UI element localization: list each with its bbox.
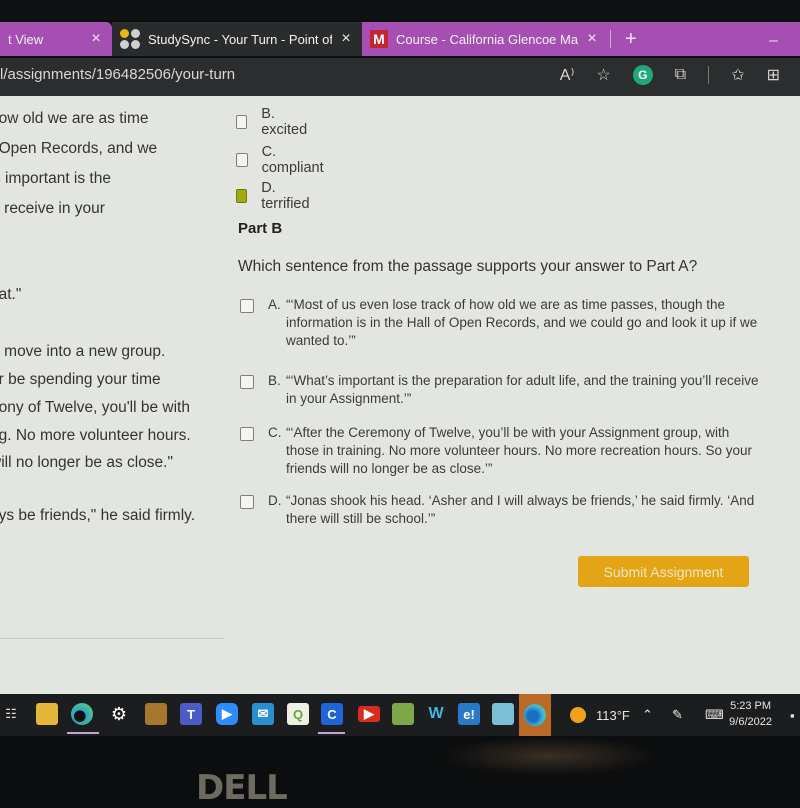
toolbar-divider (708, 66, 710, 84)
submit-assignment-button[interactable]: Submit Assignment (578, 556, 749, 587)
tab-separator (610, 30, 611, 48)
tab-label: t View (8, 31, 44, 47)
option-label: C. compliant (261, 144, 324, 176)
option-letter: A. (268, 297, 281, 312)
dell-logo: DELL (196, 768, 288, 808)
weather-sun-icon (570, 707, 586, 723)
extensions-icon[interactable]: ⧉ (675, 66, 686, 84)
game-icon[interactable] (392, 703, 414, 725)
quizlet-icon[interactable]: Q (287, 703, 309, 725)
edge-icon[interactable] (519, 694, 551, 736)
browser-toolbar: A⁾ ☆ G ⧉ ✩ ⊞ (560, 65, 780, 85)
passage-line: 'll receive in your (0, 200, 105, 217)
checkbox-checked[interactable] (236, 189, 248, 203)
passage-line: f Open Records, and we (0, 140, 158, 157)
checkbox[interactable] (236, 115, 248, 129)
edpuzzle-icon[interactable]: e! (458, 703, 480, 725)
part-b-prompt: Which sentence from the passage supports… (238, 258, 698, 275)
passage-line: now old we are as time (0, 110, 149, 127)
game-2-icon[interactable] (492, 703, 514, 725)
part-b-option-b[interactable]: B. “‘What’s important is the preparation… (240, 372, 765, 408)
option-text: “‘What’s important is the preparation fo… (286, 373, 759, 406)
tab-bar: t View × StudySync - Your Turn - Point o… (0, 14, 800, 58)
checkbox[interactable] (240, 299, 254, 313)
part-a-option-c[interactable]: C. compliant (236, 144, 326, 176)
divider (0, 638, 224, 639)
grammarly-icon[interactable]: G (632, 65, 653, 85)
add-favorite-icon[interactable]: ☆ (596, 65, 610, 85)
tab-studysync[interactable]: StudySync - Your Turn - Point of × (112, 22, 362, 56)
part-a-option-b[interactable]: B. excited (236, 106, 310, 138)
passage-line: ng. No more volunteer hours. (0, 427, 191, 444)
close-icon[interactable]: × (584, 30, 600, 48)
clever-icon[interactable]: C (321, 703, 343, 725)
screen-reflection (440, 736, 660, 776)
option-letter: B. (268, 373, 281, 388)
option-text: “Jonas shook his head. ‘Asher and I will… (286, 493, 755, 526)
address-bar: l/assignments/196482506/your-turn A⁾ ☆ G… (0, 58, 800, 96)
checkbox[interactable] (236, 153, 248, 167)
part-b-option-a[interactable]: A. “‘Most of us even lose track of how o… (240, 296, 765, 350)
active-indicator (318, 732, 345, 734)
option-text: “‘After the Ceremony of Twelve, you’ll b… (286, 425, 752, 476)
passage-line: er be spending your time (0, 371, 161, 388)
close-icon[interactable]: × (88, 30, 104, 48)
weather-temp: 113°F (596, 707, 630, 723)
notifications-icon[interactable]: ▪ (790, 694, 795, 736)
checkbox[interactable] (240, 375, 254, 389)
favorites-icon[interactable]: ✩ (731, 65, 744, 85)
edge-canary-icon[interactable] (71, 703, 93, 725)
settings-icon[interactable]: ⚙ (108, 703, 130, 725)
time: 5:23 PM (730, 700, 772, 712)
option-label: D. terrified (261, 180, 310, 212)
collections-icon[interactable]: ⊞ (767, 65, 780, 85)
option-letter: D. (268, 493, 282, 508)
passage-line: 's important is the (0, 170, 111, 187)
mail-icon[interactable]: ✉ (252, 703, 274, 725)
tab-label: StudySync - Your Turn - Point of (148, 31, 332, 47)
zoom-icon[interactable]: ▶ (216, 703, 238, 725)
date: 9/6/2022 (729, 716, 772, 728)
part-a-option-d[interactable]: D. terrified (236, 180, 312, 212)
taskbar: ☷ ⚙ T ▶ ✉ Q C ▶ W e! 113°F ⌃ ✎ ⌨ 5:23 PM… (0, 694, 800, 736)
passage-line: nat." (0, 286, 22, 303)
tab-glencoe[interactable]: M Course - California Glencoe Mat × + – (362, 22, 800, 56)
passage-line: nony of Twelve, you'll be with (0, 399, 190, 416)
tab-label: Course - California Glencoe Mat (396, 31, 578, 47)
part-b-title: Part B (238, 220, 283, 237)
passage-line: 'll move into a new group. (0, 343, 166, 360)
active-indicator (67, 732, 99, 734)
wordwall-icon[interactable]: W (425, 703, 447, 725)
mcgraw-hill-icon: M (370, 30, 388, 48)
read-aloud-icon[interactable]: A⁾ (560, 65, 575, 85)
checkbox[interactable] (240, 427, 254, 441)
touch-keyboard-icon[interactable]: ⌨ (705, 694, 724, 736)
new-tab-icon[interactable]: + (625, 28, 637, 51)
passage-line: will no longer be as close." (0, 454, 173, 471)
option-letter: C. (268, 425, 282, 440)
url-field[interactable]: l/assignments/196482506/your-turn (0, 66, 235, 83)
minecraft-icon[interactable] (145, 703, 167, 725)
option-label: B. excited (261, 106, 308, 138)
option-text: “‘Most of us even lose track of how old … (286, 297, 758, 348)
weather-widget[interactable]: 113°F (570, 694, 630, 736)
passage-line: ays be friends," he said firmly. (0, 507, 196, 524)
youtube-icon[interactable]: ▶ (358, 706, 380, 722)
part-b-option-d[interactable]: D. “Jonas shook his head. ‘Asher and I w… (240, 492, 765, 528)
checkbox[interactable] (240, 495, 254, 509)
minimize-icon[interactable]: – (769, 32, 778, 50)
task-view-icon[interactable]: ☷ (0, 703, 22, 725)
show-hidden-icons[interactable]: ⌃ (642, 694, 653, 736)
teams-icon[interactable]: T (180, 703, 202, 725)
studysync-icon (120, 29, 140, 49)
clock[interactable]: 5:23 PM 9/6/2022 (729, 698, 772, 730)
pen-icon[interactable]: ✎ (672, 694, 683, 736)
assignment-page: now old we are as time f Open Records, a… (0, 96, 800, 694)
file-explorer-icon[interactable] (36, 703, 58, 725)
tab-student-view[interactable]: t View × (0, 22, 112, 56)
close-icon[interactable]: × (338, 30, 354, 48)
part-b-option-c[interactable]: C. “‘After the Ceremony of Twelve, you’l… (240, 424, 765, 478)
